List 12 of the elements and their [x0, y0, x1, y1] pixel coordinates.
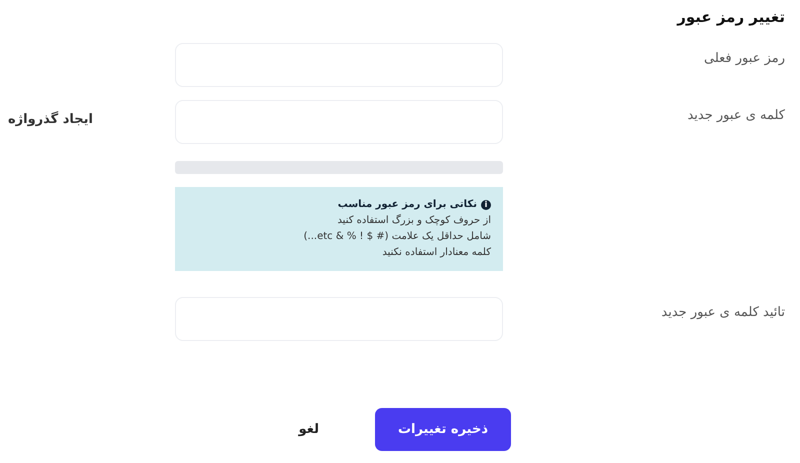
field-label: کلمه ی عبور جدید — [687, 107, 785, 123]
field-label: تائید کلمه ی عبور جدید — [661, 304, 785, 320]
tip-text: شامل حداقل یک علامت (# $ ! % & etc...) — [304, 231, 491, 242]
tip-text: از حروف کوچک و بزرگ استفاده کنید — [337, 215, 491, 226]
save-button[interactable]: ذخیره تغییرات — [375, 408, 511, 451]
page-title: تغییر رمز عبور — [676, 7, 785, 26]
tips-heading: نکاتی برای رمز عبور مناسب — [338, 199, 477, 210]
cancel-button[interactable]: لغو — [292, 421, 325, 438]
generate-password-link[interactable]: ایجاد گذرواژه — [8, 112, 93, 127]
field-label: رمز عبور فعلی — [704, 50, 785, 66]
tip-text: کلمه معنادار استفاده نکنید — [382, 247, 491, 258]
info-icon: i — [481, 200, 491, 210]
